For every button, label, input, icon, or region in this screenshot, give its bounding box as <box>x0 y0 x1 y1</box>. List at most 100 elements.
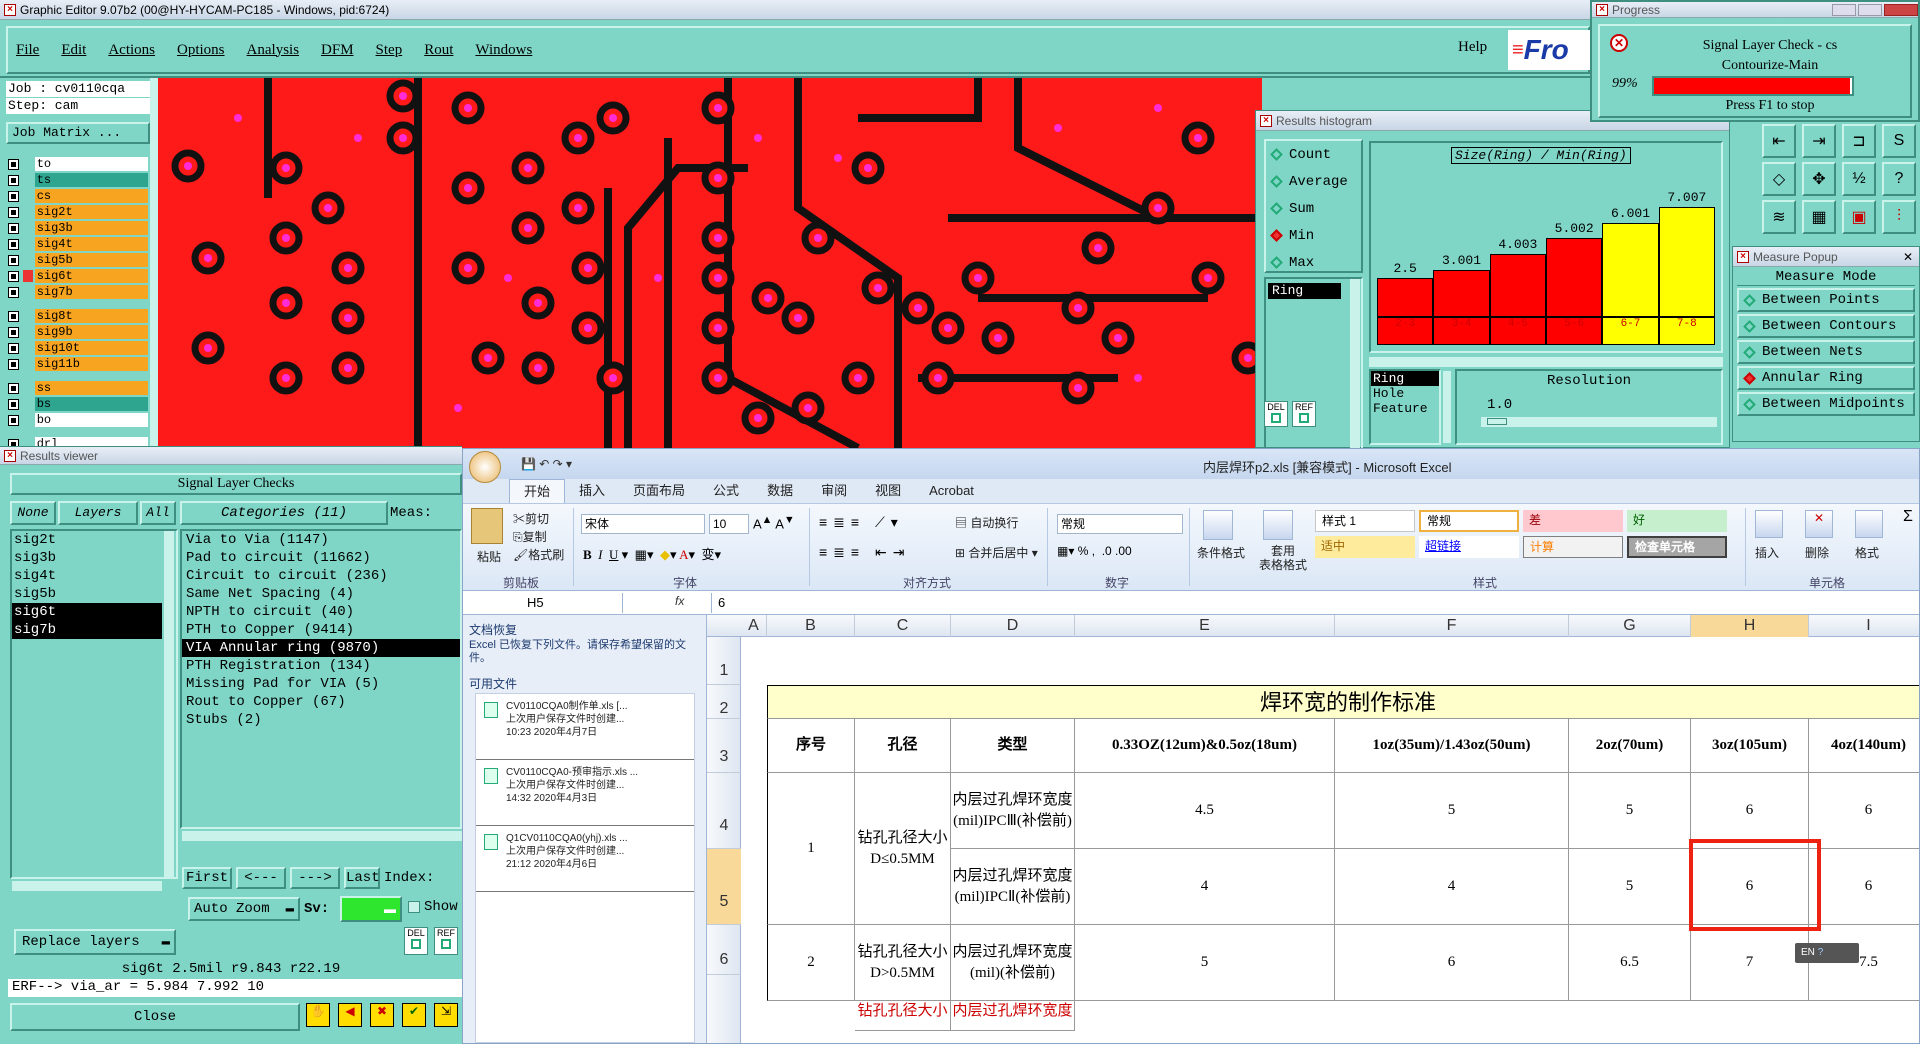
value-cell[interactable]: 4 <box>1335 849 1569 925</box>
histogram-list-scroll[interactable] <box>1443 371 1451 443</box>
header-cell[interactable]: 1oz(35um)/1.43oz(50um) <box>1335 719 1569 773</box>
vertical-align-icons[interactable]: ≡≣≡ ⟋▾ <box>819 514 904 531</box>
column-header-D[interactable]: D <box>951 615 1075 637</box>
tab-none[interactable]: None <box>10 501 56 525</box>
row-header-1[interactable]: 1 <box>707 637 741 685</box>
list-item-hole[interactable]: Hole <box>1371 386 1439 401</box>
layer-checkbox[interactable] <box>8 286 19 298</box>
category-item[interactable]: VIA Annular ring (9870) <box>182 639 460 657</box>
measure-option-between-points[interactable]: Between Points <box>1737 288 1915 312</box>
header-cell[interactable]: 类型 <box>951 719 1075 773</box>
table-format-button[interactable]: 套用 表格格式 <box>1259 544 1307 572</box>
layer-checkbox[interactable] <box>8 190 19 202</box>
insert-icon[interactable] <box>1755 510 1783 538</box>
pin-icon[interactable]: ⇲ <box>434 1003 458 1027</box>
ribbon-tab-5[interactable]: 审阅 <box>807 479 861 503</box>
layer-checkbox[interactable] <box>8 310 19 322</box>
worksheet[interactable]: ABCDEFGHI 123456 焊环宽的制作标准 序号 孔径 类型 0.33OZ(12… <box>707 615 1919 1043</box>
row-number-cell[interactable]: 1 <box>767 773 855 925</box>
layer-checkbox[interactable] <box>8 414 19 426</box>
layer-scroll[interactable] <box>150 78 158 448</box>
value-cell[interactable]: 5 <box>1569 773 1691 849</box>
column-header-B[interactable]: B <box>767 615 855 637</box>
result-layer-sig2t[interactable]: sig2t <box>12 531 162 549</box>
ime-toolbar[interactable]: EN ? <box>1795 943 1859 963</box>
type-cell[interactable]: 内层过孔焊环宽度(mil)IPCⅡ(补偿前) <box>951 849 1075 925</box>
chart-scroll[interactable] <box>1369 357 1723 367</box>
pcb-canvas[interactable] <box>158 78 1262 448</box>
last-button[interactable]: Last <box>344 867 380 889</box>
value-cell[interactable]: 6 <box>1691 849 1809 925</box>
type-cell[interactable]: 内层过孔焊环宽度 <box>951 1001 1075 1031</box>
show-checkbox[interactable] <box>408 901 420 913</box>
prev-button[interactable]: <--- <box>236 867 286 889</box>
job-matrix-button[interactable]: Job Matrix ... <box>6 122 150 144</box>
column-header-C[interactable]: C <box>855 615 951 637</box>
font-name-select[interactable]: 宋体 <box>581 514 705 534</box>
value-cell[interactable]: 6 <box>1335 925 1569 1001</box>
style-hyperlink[interactable]: 超链接 <box>1419 536 1519 558</box>
number-format-select[interactable]: 常规 <box>1057 514 1183 534</box>
layer-checkbox[interactable] <box>8 382 19 394</box>
value-cell[interactable]: 7.5 <box>1809 925 1919 1001</box>
cross-icon[interactable]: ✖ <box>370 1003 394 1027</box>
stop-icon[interactable]: ✕ <box>1610 34 1628 52</box>
histogram-ref-button[interactable]: REF <box>1292 401 1316 427</box>
layer-row-bo[interactable]: bo <box>8 412 148 428</box>
sum-icon[interactable]: Σ <box>1903 508 1913 526</box>
result-layer-sig4t[interactable]: sig4t <box>12 567 162 585</box>
category-item[interactable]: PTH Registration (134) <box>182 657 460 675</box>
histogram-option-max[interactable]: Max <box>1266 249 1361 276</box>
menu-edit[interactable]: Edit <box>61 42 86 59</box>
tab-layers[interactable]: Layers <box>58 501 138 525</box>
scale-icon[interactable]: ½ <box>1842 162 1876 196</box>
category-item[interactable]: Pad to circuit (11662) <box>182 549 460 567</box>
layer-row-bs[interactable]: bs <box>8 396 148 412</box>
close-icon[interactable]: ✕ <box>1903 250 1913 264</box>
column-header-A[interactable]: A <box>741 615 767 637</box>
category-hscroll[interactable] <box>182 831 462 841</box>
font-style-buttons[interactable]: B I U ▾ ▦▾ ◆▾ A▾ 变▾ <box>583 544 721 563</box>
menu-rout[interactable]: Rout <box>424 42 453 59</box>
hole-size-cell[interactable]: 钻孔孔径大小D≤0.5MM <box>855 773 951 925</box>
conditional-format-icon[interactable] <box>1203 510 1233 540</box>
row-number-cell[interactable]: 2 <box>767 925 855 1001</box>
layer-row-to[interactable]: to <box>8 156 148 172</box>
value-cell[interactable]: 4.5 <box>1075 773 1335 849</box>
recovered-file[interactable]: Q1CV0110CQA0(yhj).xls ... 上次用户保存文件时创建... 2… <box>476 826 694 892</box>
layer-checkbox[interactable] <box>8 398 19 410</box>
header-cell[interactable]: 2oz(70um) <box>1569 719 1691 773</box>
format-icon[interactable] <box>1855 510 1883 538</box>
result-layer-sig6t[interactable]: sig6t <box>12 603 162 621</box>
result-layer-sig3b[interactable]: sig3b <box>12 549 162 567</box>
list-item-feature[interactable]: Feature <box>1371 401 1439 416</box>
menu-dfm[interactable]: DFM <box>321 42 354 59</box>
layer-row-sig8t[interactable]: sig8t <box>8 308 148 324</box>
category-item[interactable]: Via to Via (1147) <box>182 531 460 549</box>
split-icon[interactable]: ⊐ <box>1842 124 1876 158</box>
ribbon-tab-3[interactable]: 公式 <box>699 479 753 503</box>
insert-button[interactable]: 插入 <box>1755 544 1779 561</box>
hand-icon[interactable]: ✋ <box>306 1003 330 1027</box>
layer-list-scroll[interactable] <box>164 531 174 877</box>
header-cell[interactable]: 0.33OZ(12um)&0.5oz(18um) <box>1075 719 1335 773</box>
recovered-file[interactable]: CV0110CQA0-预审指示.xls ... 上次用户保存文件时创建... 14:… <box>476 760 694 826</box>
hole-size-cell[interactable]: 钻孔孔径大小D>0.5MM <box>855 925 951 1001</box>
header-cell[interactable]: 3oz(105um) <box>1691 719 1809 773</box>
layer-checkbox[interactable] <box>8 174 19 186</box>
layer-row-sig6t[interactable]: sig6t <box>8 268 148 284</box>
category-item[interactable]: Rout to Copper (67) <box>182 693 460 711</box>
layer-row-sig2t[interactable]: sig2t <box>8 204 148 220</box>
hole-size-cell[interactable]: 钻孔孔径大小 <box>855 1001 951 1031</box>
menu-file[interactable]: File <box>16 42 39 59</box>
histogram-bar[interactable] <box>1489 254 1546 317</box>
category-item[interactable]: NPTH to circuit (40) <box>182 603 460 621</box>
horizontal-align-icons[interactable]: ≡≣≡ ⇤⇥ <box>819 544 910 561</box>
menu-step[interactable]: Step <box>376 42 403 59</box>
delete-icon[interactable]: ✕ <box>1805 510 1833 538</box>
ribbon-tab-6[interactable]: 视图 <box>861 479 915 503</box>
histogram-del-button[interactable]: DEL <box>1264 401 1288 427</box>
close-icon[interactable] <box>1884 3 1918 16</box>
menu-options[interactable]: Options <box>177 42 225 59</box>
value-cell[interactable]: 5 <box>1075 925 1335 1001</box>
